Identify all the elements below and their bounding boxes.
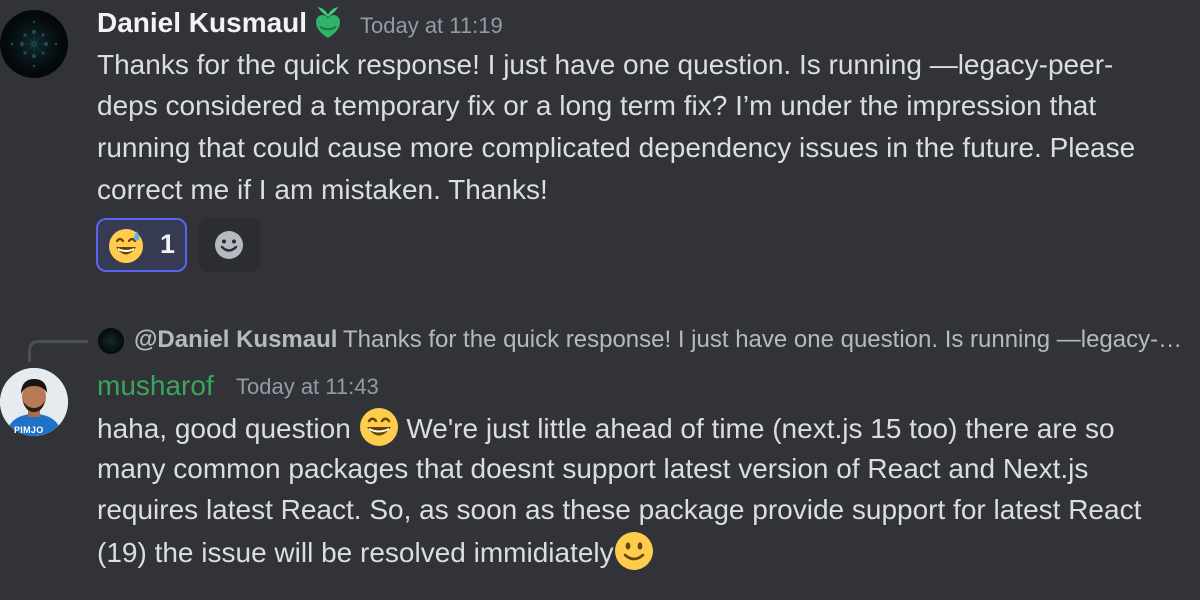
- avatar[interactable]: [0, 10, 68, 78]
- message-line: running that could cause more complicate…: [97, 132, 1136, 163]
- message-line: correct me if I am mistaken. Thanks!: [97, 174, 548, 205]
- reply-spine: [28, 340, 88, 362]
- message-text-segment: haha, good question: [97, 413, 359, 444]
- green-leaf-heart-icon[interactable]: [310, 5, 346, 41]
- message-line: (19) the issue will be resolved immidiat…: [97, 531, 654, 573]
- message-timestamp[interactable]: Today at 11:43: [236, 376, 379, 398]
- avatar-image: [10, 20, 58, 68]
- reply-author[interactable]: @Daniel Kusmaul: [134, 328, 337, 352]
- reply-avatar[interactable]: [98, 328, 124, 354]
- message-line: deps considered a temporary fix or a lon…: [97, 90, 1097, 121]
- message-timestamp[interactable]: Today at 11:19: [360, 15, 503, 37]
- add-reaction-smiley-icon: [215, 231, 243, 259]
- message-line: Thanks for the quick response! I just ha…: [97, 49, 1114, 80]
- add-reaction-button[interactable]: [198, 218, 260, 272]
- grinning-smile-emoji-icon[interactable]: [359, 407, 399, 447]
- message-author[interactable]: musharof: [97, 372, 214, 400]
- grinning-sweat-emoji-icon: [108, 228, 144, 264]
- message-text-segment: (19) the issue will be resolved immidiat…: [97, 537, 614, 568]
- message-author[interactable]: Daniel Kusmaul: [97, 9, 307, 37]
- avatar-label: PIMJO: [14, 425, 44, 435]
- reply-preview[interactable]: Thanks for the quick response! I just ha…: [343, 328, 1188, 352]
- reaction-count: 1: [160, 229, 176, 259]
- message-line: haha, good question We're just little ah…: [97, 407, 1115, 449]
- message-line: many common packages that doesnt support…: [97, 453, 1089, 484]
- message-text-segment: We're just little ahead of time (next.js…: [398, 413, 1115, 444]
- message-line: requires latest React. So, as soon as th…: [97, 494, 1142, 525]
- reaction-button[interactable]: 1: [96, 218, 187, 272]
- slight-smile-emoji-icon[interactable]: [614, 531, 654, 571]
